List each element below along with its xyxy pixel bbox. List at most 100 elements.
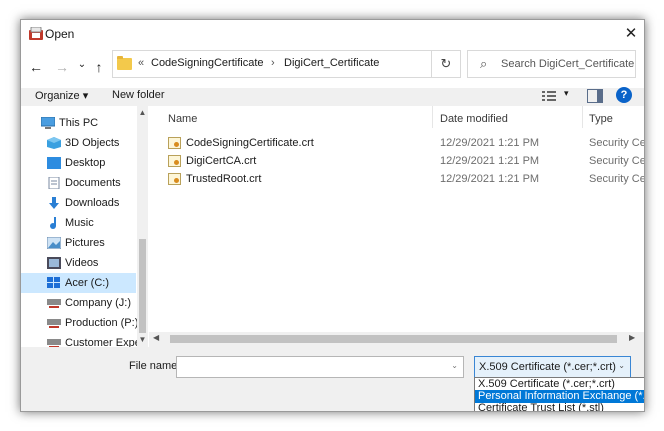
sidebar-item-downloads[interactable]: Downloads — [21, 193, 136, 213]
file-row-digicertca[interactable]: DigiCertCA.crt 12/29/2021 1:21 PM Securi… — [149, 152, 644, 170]
column-divider[interactable] — [582, 106, 583, 128]
column-header-date-modified[interactable]: Date modified — [440, 113, 508, 125]
cube-icon — [47, 137, 61, 149]
file-date: 12/29/2021 1:21 PM — [440, 173, 540, 185]
sidebar-item-label: Customer Experi — [65, 337, 147, 347]
network-drive-icon — [47, 319, 61, 328]
certificate-icon — [168, 173, 181, 185]
sidebar-item-videos[interactable]: Videos — [21, 253, 136, 273]
file-name: DigiCertCA.crt — [186, 155, 257, 167]
organize-label: Organize — [35, 90, 80, 102]
sidebar-scroll-thumb[interactable] — [139, 239, 146, 333]
chevron-down-icon[interactable]: ⌄ — [451, 361, 458, 370]
chevron-down-icon: ▾ — [82, 90, 89, 102]
scroll-right-arrow[interactable]: ▶ — [629, 333, 635, 342]
recent-locations-button[interactable]: ⌄ — [73, 56, 91, 74]
network-drive-icon — [47, 299, 61, 308]
sidebar-item-label: Acer (C:) — [65, 277, 109, 289]
chevron-down-icon: ⌄ — [618, 361, 625, 370]
search-box[interactable]: ⌕ Search DigiCert_Certificate — [467, 50, 636, 78]
file-name-label: File name: — [129, 360, 181, 372]
download-icon — [49, 197, 59, 209]
computer-icon — [41, 117, 55, 129]
sidebar-item-label: Desktop — [65, 157, 106, 169]
sidebar-item-label: 3D Objects — [65, 137, 120, 149]
file-type: Security Cert — [589, 173, 644, 185]
network-drive-icon — [47, 339, 61, 347]
horizontal-scroll-thumb[interactable] — [170, 335, 617, 343]
address-bar[interactable]: « CodeSigningCertificate › DigiCert_Cert… — [112, 50, 459, 78]
file-type-selected: X.509 Certificate (*.cer;*.crt) — [479, 361, 616, 373]
view-dropdown-icon[interactable]: ▾ — [564, 88, 569, 99]
close-button[interactable]: ✕ — [618, 20, 644, 48]
pictures-icon — [47, 237, 61, 249]
sidebar-item-production-p[interactable]: Production (P:) — [21, 313, 139, 333]
horizontal-scrollbar[interactable]: ◀ ▶ — [149, 332, 644, 347]
search-icon: ⌕ — [480, 56, 488, 71]
preview-pane-icon[interactable] — [587, 89, 603, 103]
title-bar: Open ✕ — [21, 20, 644, 48]
sidebar-item-customer-experience[interactable]: Customer Experi — [21, 333, 147, 347]
sidebar-item-documents[interactable]: Documents — [21, 173, 136, 193]
sidebar-item-desktop[interactable]: Desktop — [21, 153, 136, 173]
file-date: 12/29/2021 1:21 PM — [440, 137, 540, 149]
sidebar-item-music[interactable]: Music — [21, 213, 136, 233]
dialog-title: Open — [45, 27, 75, 41]
file-type-option-stl[interactable]: Certificate Trust List (*.stl) — [475, 402, 644, 411]
sidebar-item-label: Music — [65, 217, 94, 229]
breadcrumb-digicert-certificate[interactable]: DigiCert_Certificate — [284, 57, 379, 69]
sidebar-item-company-j[interactable]: Company (J:) — [21, 293, 136, 313]
certificate-icon — [168, 137, 181, 149]
scroll-up-arrow[interactable]: ▲ — [137, 108, 148, 117]
breadcrumb-overflow[interactable]: « — [138, 57, 144, 69]
breadcrumb-separator-arrow: › — [271, 57, 275, 69]
help-icon[interactable]: ? — [616, 87, 632, 103]
folder-icon — [117, 56, 132, 70]
certificate-icon — [168, 155, 181, 167]
column-divider[interactable] — [432, 106, 433, 128]
scroll-down-arrow[interactable]: ▼ — [137, 335, 148, 344]
sidebar-item-label: Documents — [65, 177, 121, 189]
file-name-input[interactable]: ⌄ — [176, 356, 464, 378]
file-row-trustedroot[interactable]: TrustedRoot.crt 12/29/2021 1:21 PM Secur… — [149, 170, 644, 188]
sidebar-item-pictures[interactable]: Pictures — [21, 233, 136, 253]
sidebar-item-label: Pictures — [65, 237, 105, 249]
organize-button[interactable]: Organize ▾ — [35, 89, 88, 102]
back-button[interactable]: ← — [27, 58, 45, 76]
file-date: 12/29/2021 1:21 PM — [440, 155, 540, 167]
forward-button[interactable]: → — [53, 58, 71, 76]
sidebar-item-label: Downloads — [65, 197, 120, 209]
file-type-dropdown-list: X.509 Certificate (*.cer;*.crt) Personal… — [474, 377, 644, 411]
desktop-icon — [47, 157, 61, 169]
sort-indicator-icon: ^ — [296, 106, 300, 111]
windows-drive-icon — [47, 277, 60, 288]
up-button[interactable]: ↑ — [90, 58, 108, 76]
sidebar-item-3d-objects[interactable]: 3D Objects — [21, 133, 136, 153]
file-name-bar: File name: ⌄ X.509 Certificate (*.cer;*.… — [21, 347, 644, 411]
refresh-button[interactable]: ↻ — [431, 50, 461, 78]
column-header-name[interactable]: Name — [168, 113, 197, 125]
file-list: ^ Name Date modified Type CodeSigningCer… — [149, 106, 644, 347]
file-name: CodeSigningCertificate.crt — [186, 137, 314, 149]
sidebar-item-label: Production (P:) — [65, 317, 139, 329]
command-toolbar: Organize ▾ New folder ▾ ? — [21, 87, 644, 106]
file-type-select[interactable]: X.509 Certificate (*.cer;*.crt) ⌄ — [474, 356, 631, 378]
sidebar-item-acer-c[interactable]: Acer (C:) — [21, 273, 136, 293]
scroll-left-arrow[interactable]: ◀ — [153, 333, 159, 342]
documents-icon — [48, 177, 60, 189]
sidebar-item-label: Company (J:) — [65, 297, 132, 309]
breadcrumb-codesigningcertificate[interactable]: CodeSigningCertificate — [151, 57, 264, 69]
new-folder-button[interactable]: New folder — [112, 89, 165, 101]
sidebar-item-label: This PC — [59, 117, 99, 129]
column-header-type[interactable]: Type — [589, 113, 613, 125]
videos-icon — [47, 257, 61, 269]
file-row-codesigningcertificate[interactable]: CodeSigningCertificate.crt 12/29/2021 1:… — [149, 134, 644, 152]
navigation-pane: This PC 3D Objects Desktop Documents Dow… — [21, 106, 149, 347]
sidebar-item-this-pc[interactable]: This PC — [21, 113, 136, 133]
app-icon — [29, 27, 43, 40]
sidebar-item-label: Videos — [65, 257, 99, 269]
file-type: Security Cert — [589, 155, 644, 167]
music-icon — [50, 217, 56, 229]
file-name: TrustedRoot.crt — [186, 173, 262, 185]
view-options-icon[interactable] — [542, 90, 556, 102]
